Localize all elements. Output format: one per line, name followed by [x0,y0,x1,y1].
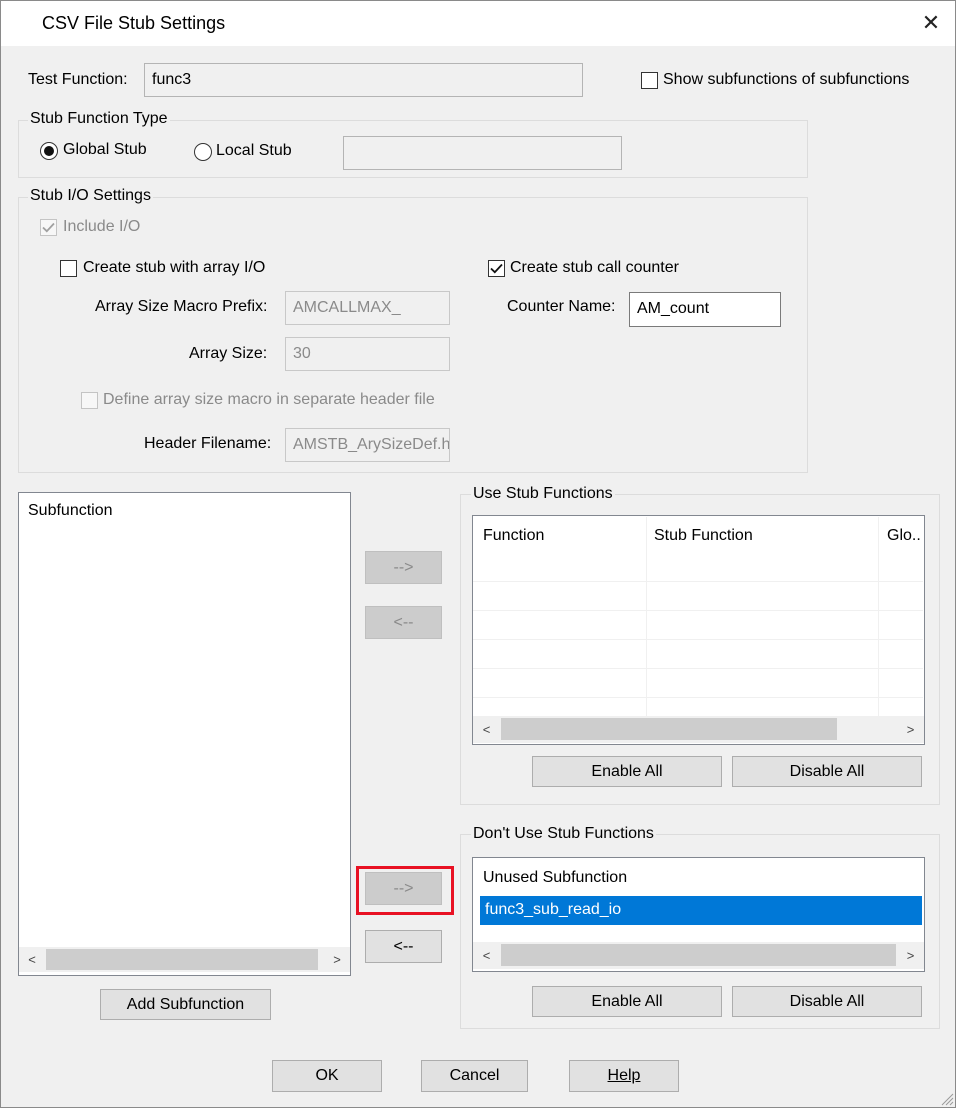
add-subfunction-button[interactable]: Add Subfunction [100,989,271,1020]
global-stub-label: Global Stub [63,141,147,158]
scroll-thumb[interactable] [46,949,318,970]
remove-from-dont-use-button[interactable]: <-- [365,930,442,963]
test-function-label: Test Function: [28,71,128,88]
check-icon [490,263,503,274]
scroll-left-icon[interactable]: < [473,716,500,743]
scroll-right-icon[interactable]: > [897,716,924,743]
dont-use-enable-all-button[interactable]: Enable All [532,986,722,1017]
use-stub-hscrollbar[interactable]: < > [473,716,924,743]
call-counter-checkbox[interactable] [488,260,505,277]
use-stub-functions-title: Use Stub Functions [471,485,615,503]
local-stub-radio[interactable] [194,143,212,161]
header-filename-label: Header Filename: [144,435,272,452]
scroll-right-icon[interactable]: > [324,947,350,972]
scroll-right-icon[interactable]: > [897,942,924,969]
subfunction-hscrollbar[interactable]: < > [19,947,350,972]
array-prefix-label: Array Size Macro Prefix: [95,298,268,315]
counter-name-field[interactable]: AM_count [629,292,781,327]
show-subfunctions-label: Show subfunctions of subfunctions [663,71,910,88]
global-stub-radio[interactable] [40,142,58,160]
define-macro-label: Define array size macro in separate head… [103,391,435,408]
include-io-label: Include I/O [63,218,141,235]
unused-subfunction-header[interactable]: Unused Subfunction [483,869,627,887]
column-global[interactable]: Glo.. [887,527,921,545]
scroll-thumb[interactable] [501,718,837,740]
table-row[interactable] [473,611,923,640]
column-stub-function[interactable]: Stub Function [654,527,753,545]
dont-use-stub-functions-title: Don't Use Stub Functions [471,825,656,843]
list-item-label: func3_sub_read_io [485,901,622,918]
show-subfunctions-checkbox[interactable] [641,72,658,89]
test-function-field: func3 [144,63,583,97]
check-icon [42,222,55,233]
local-stub-label: Local Stub [216,142,292,159]
array-io-label: Create stub with array I/O [83,259,266,276]
column-function[interactable]: Function [483,527,544,545]
use-stub-disable-all-button[interactable]: Disable All [732,756,922,787]
close-icon[interactable]: ✕ [916,8,946,38]
use-stub-enable-all-button[interactable]: Enable All [532,756,722,787]
subfunction-list[interactable] [18,492,351,976]
array-io-checkbox[interactable] [60,260,77,277]
cancel-button[interactable]: Cancel [421,1060,528,1092]
remove-from-use-stub-button[interactable]: <-- [365,606,442,639]
table-row[interactable] [473,553,923,582]
table-row[interactable] [473,582,923,611]
array-prefix-field: AMCALLMAX_ [285,291,450,325]
scroll-left-icon[interactable]: < [19,947,45,972]
include-io-checkbox [40,219,57,236]
table-row[interactable] [473,669,923,698]
dont-use-disable-all-button[interactable]: Disable All [732,986,922,1017]
help-button[interactable]: Help [569,1060,679,1092]
highlight-box [356,866,454,915]
counter-name-label: Counter Name: [507,298,616,315]
ok-button[interactable]: OK [272,1060,382,1092]
table-row[interactable] [473,640,923,669]
scroll-left-icon[interactable]: < [473,942,500,969]
resize-grip-icon[interactable] [940,1092,954,1106]
scroll-thumb[interactable] [501,944,896,966]
call-counter-label: Create stub call counter [510,259,679,276]
header-filename-field: AMSTB_ArySizeDef.h [285,428,450,462]
window-title: CSV File Stub Settings [42,13,226,33]
define-macro-checkbox [81,392,98,409]
array-size-field: 30 [285,337,450,371]
subfunction-header: Subfunction [28,502,113,519]
move-to-use-stub-button[interactable]: --> [365,551,442,584]
local-stub-field[interactable] [343,136,622,170]
list-item[interactable]: func3_sub_read_io [480,896,922,925]
stub-function-type-title: Stub Function Type [28,110,170,128]
dont-use-hscrollbar[interactable]: < > [473,942,924,969]
stub-io-settings-title: Stub I/O Settings [28,187,153,205]
array-size-label: Array Size: [189,345,268,362]
